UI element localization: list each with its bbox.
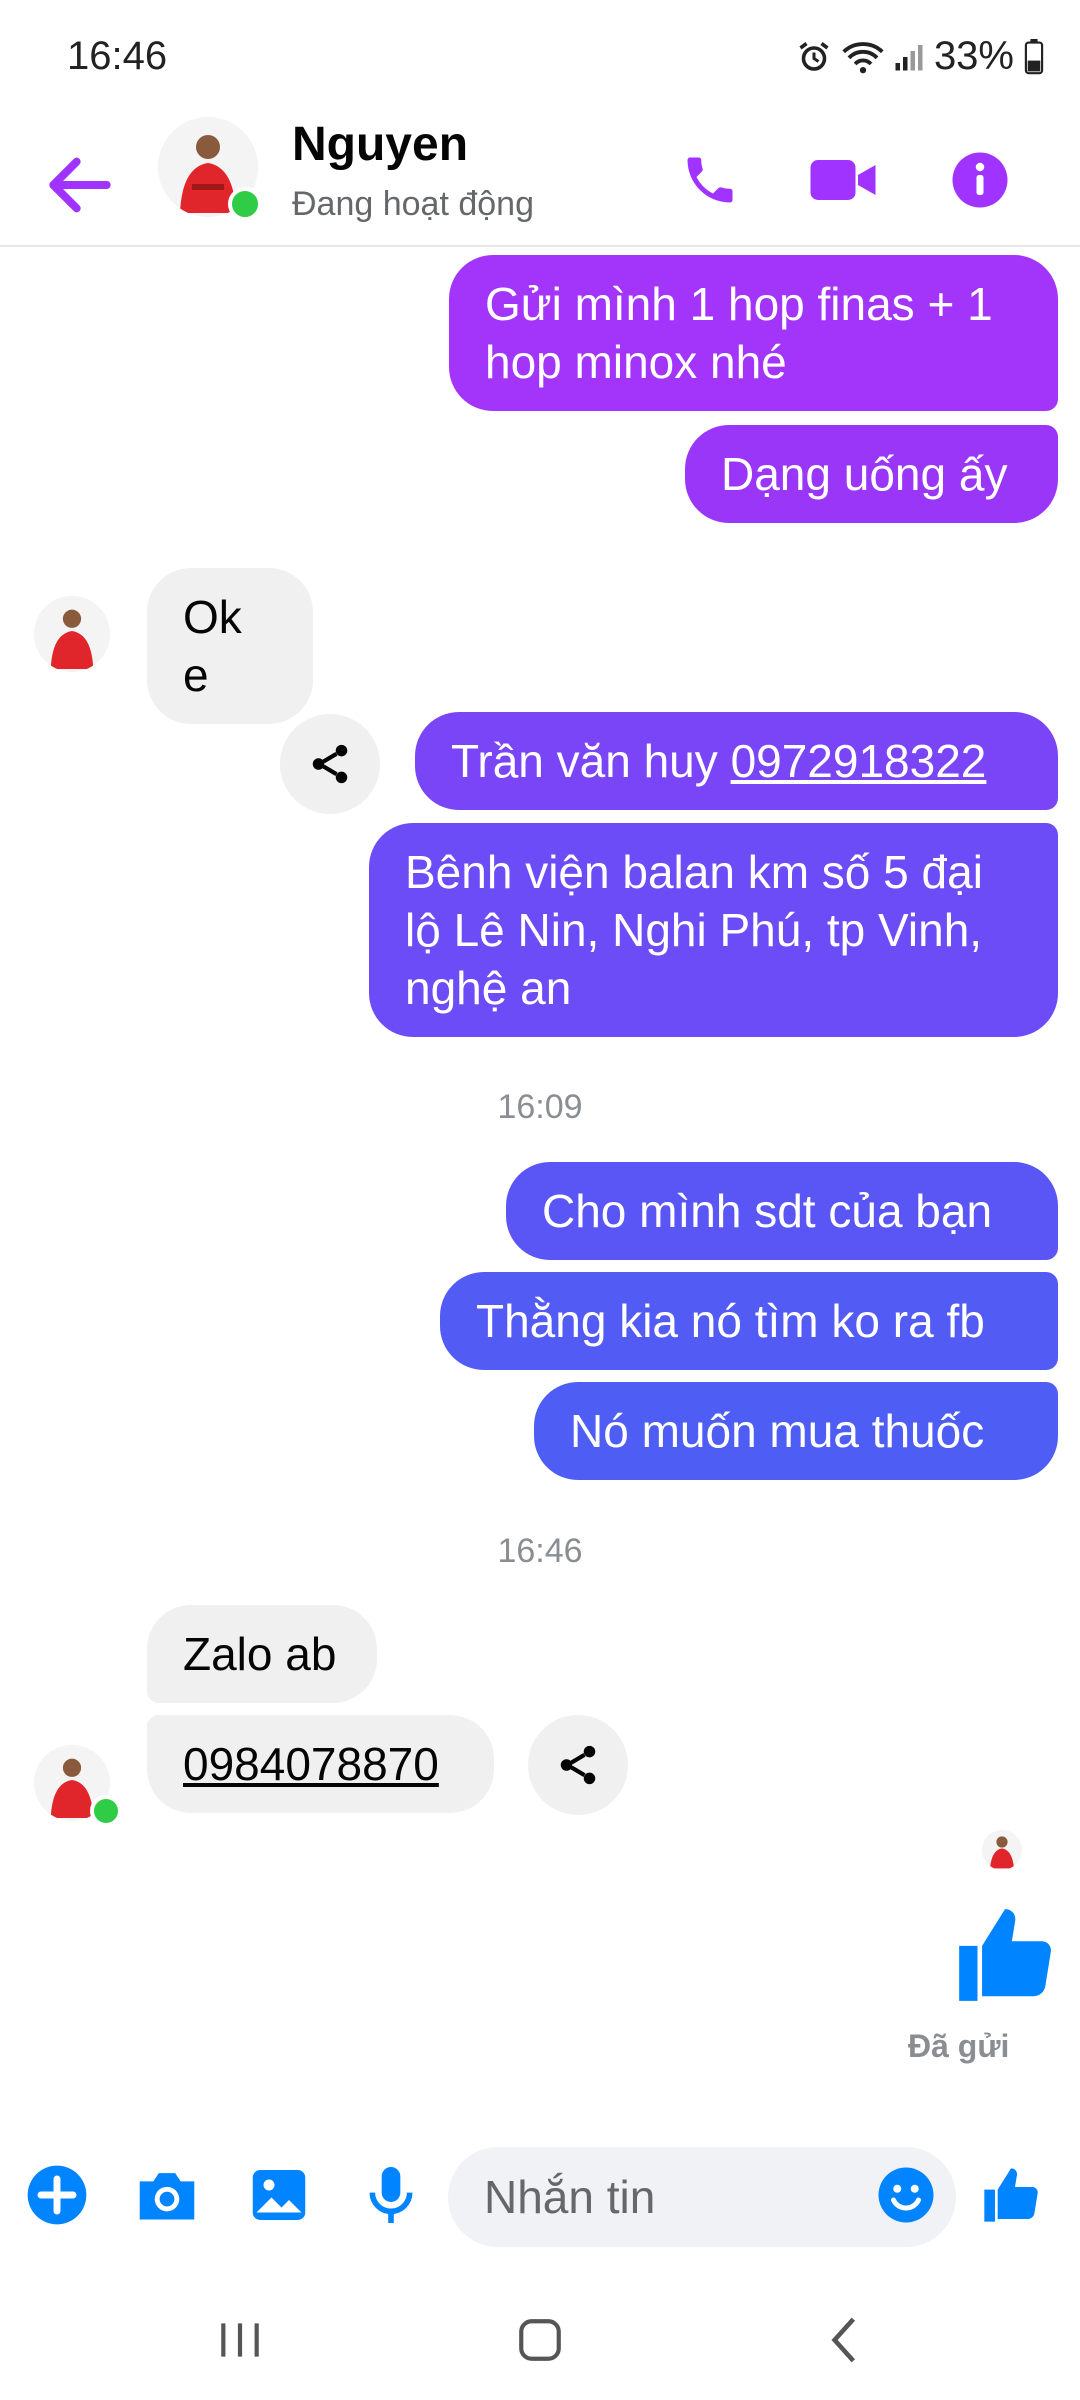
recent-apps-button[interactable] <box>200 2300 280 2380</box>
camera-button[interactable] <box>122 2150 212 2240</box>
info-icon <box>952 152 1008 208</box>
share-icon <box>312 744 348 784</box>
send-like-button[interactable] <box>966 2150 1056 2240</box>
phone-number-link[interactable]: 0984078870 <box>183 1738 439 1790</box>
microphone-icon <box>369 2167 413 2223</box>
read-receipt-avatar <box>982 1830 1022 1870</box>
back-nav-button[interactable] <box>805 2300 885 2380</box>
online-indicator <box>228 187 262 221</box>
camera-icon <box>139 2173 195 2220</box>
recents-icon <box>221 2323 259 2357</box>
info-button[interactable] <box>935 135 1025 225</box>
battery-icon <box>1024 38 1044 74</box>
video-camera-icon <box>810 160 876 200</box>
message-bubble-outgoing[interactable]: Trần văn huy 0972918322 <box>415 712 1058 810</box>
sent-status: Đã gửi <box>908 2028 1010 2064</box>
message-bubble-outgoing[interactable]: Thằng kia nó tìm ko ra fb <box>440 1272 1058 1370</box>
back-button[interactable] <box>40 145 120 225</box>
message-bubble-outgoing[interactable]: Nó muốn mua thuốc <box>534 1382 1058 1480</box>
voice-call-button[interactable] <box>665 135 755 225</box>
status-time: 16:46 <box>67 34 168 78</box>
wifi-icon <box>842 41 884 73</box>
thumbs-up-icon <box>959 1909 1051 2001</box>
gallery-button[interactable] <box>234 2150 324 2240</box>
chevron-left-icon <box>831 2317 856 2363</box>
phone-icon <box>687 157 733 203</box>
arrow-left-icon <box>49 157 111 213</box>
plus-circle-icon <box>27 2165 87 2225</box>
message-bubble-outgoing[interactable]: Gửi mình 1 hop finas + 1 hop minox nhé <box>449 255 1058 411</box>
alarm-icon <box>799 41 829 71</box>
message-bubble-incoming[interactable]: Zalo ab <box>147 1605 377 1703</box>
message-bubble-incoming[interactable]: Ok e <box>147 568 313 724</box>
contact-avatar-small <box>34 596 110 672</box>
signal-icon <box>895 44 923 70</box>
voice-message-button[interactable] <box>346 2150 436 2240</box>
contact-name[interactable]: Nguyen <box>292 117 468 172</box>
message-bubble-outgoing[interactable]: Dạng uống ấy <box>685 425 1058 523</box>
video-call-button[interactable] <box>798 135 888 225</box>
home-icon <box>519 2319 561 2361</box>
share-button[interactable] <box>528 1715 628 1815</box>
phone-number-link[interactable]: 0972918322 <box>731 735 987 787</box>
online-indicator <box>90 1795 122 1827</box>
share-icon <box>560 1745 596 1785</box>
message-bubble-incoming[interactable]: 0984078870 <box>147 1715 494 1813</box>
smiley-icon <box>878 2167 934 2223</box>
thumbs-up-icon <box>984 2168 1038 2222</box>
status-icons: 33% <box>796 34 1044 79</box>
like-sticker[interactable] <box>950 1900 1070 2020</box>
message-text: Trần văn huy <box>451 735 731 787</box>
message-bubble-outgoing[interactable]: Bênh viện balan km số 5 đại lộ Lê Nin, N… <box>369 823 1058 1037</box>
home-button[interactable] <box>500 2300 580 2380</box>
battery-percent: 33% <box>933 34 1014 78</box>
emoji-button[interactable] <box>876 2165 936 2225</box>
chat-header: Nguyen Đang hoạt động <box>0 115 1080 247</box>
share-button[interactable] <box>280 714 380 814</box>
timestamp: 16:09 <box>497 1088 583 1126</box>
message-bubble-outgoing[interactable]: Cho mình sdt của bạn <box>506 1162 1058 1260</box>
contact-status: Đang hoạt động <box>292 185 534 223</box>
more-actions-button[interactable] <box>12 2150 102 2240</box>
timestamp: 16:46 <box>497 1532 583 1570</box>
image-icon <box>252 2170 306 2220</box>
